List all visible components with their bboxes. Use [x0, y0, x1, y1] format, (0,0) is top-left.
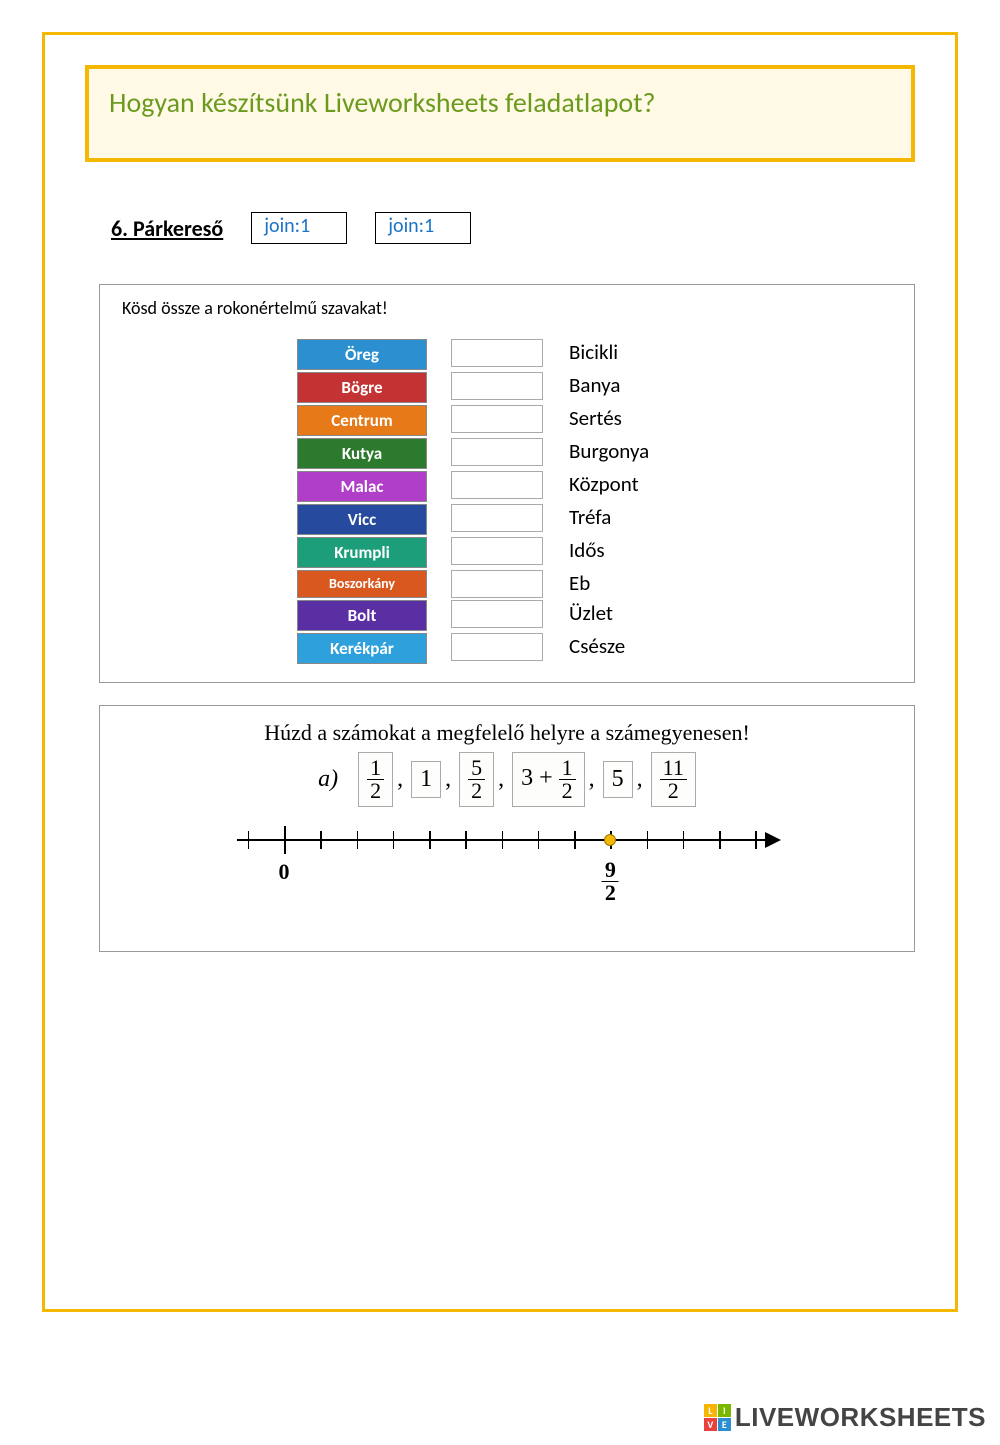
numberline-axis: [237, 839, 777, 841]
tag-bogre[interactable]: Bögre: [297, 372, 427, 403]
drop-8[interactable]: [451, 600, 543, 628]
ans-4[interactable]: Központ: [567, 471, 717, 502]
drop-5[interactable]: [451, 504, 543, 532]
ans-1[interactable]: Banya: [567, 372, 717, 403]
ans-7[interactable]: Eb: [567, 570, 717, 598]
ans-5[interactable]: Tréfa: [567, 504, 717, 535]
tag-kutya[interactable]: Kutya: [297, 438, 427, 469]
tick: [502, 831, 504, 849]
drop-9[interactable]: [451, 633, 543, 661]
tag-krumpli[interactable]: Krumpli: [297, 537, 427, 568]
page-frame: Hogyan készítsünk Liveworksheets feladat…: [42, 32, 958, 1312]
title-box: Hogyan készítsünk Liveworksheets feladat…: [85, 65, 915, 162]
drag-item-3[interactable]: 3 + 12: [512, 752, 585, 807]
math-row: a) 12, 1, 52, 3 + 12, 5, 112: [122, 752, 892, 807]
tag-oreg[interactable]: Öreg: [297, 339, 427, 370]
join-box-1[interactable]: join:1: [251, 212, 347, 244]
drop-4[interactable]: [451, 471, 543, 499]
section-row: 6. Párkereső join:1 join:1: [111, 212, 915, 244]
drop-6[interactable]: [451, 537, 543, 565]
tag-vicc[interactable]: Vicc: [297, 504, 427, 535]
ans-2[interactable]: Sertés: [567, 405, 717, 436]
tag-centrum[interactable]: Centrum: [297, 405, 427, 436]
drag-item-1[interactable]: 1: [411, 761, 441, 798]
zero-label: 0: [279, 859, 290, 885]
drop-0[interactable]: [451, 339, 543, 367]
tick: [538, 831, 540, 849]
tick: [393, 831, 395, 849]
watermark: L I V E LIVEWORKSHEETS: [704, 1402, 986, 1433]
tick: [465, 831, 467, 849]
ans-0[interactable]: Bicikli: [567, 339, 717, 370]
join-box-2[interactable]: join:1: [375, 212, 471, 244]
tick: [683, 831, 685, 849]
math-instruction: Húzd a számokat a megfelelő helyre a szá…: [122, 720, 892, 746]
ans-9[interactable]: Csésze: [567, 633, 717, 664]
section-heading: 6. Párkereső: [111, 215, 223, 242]
tag-boszorkany[interactable]: Boszorkány: [297, 570, 427, 598]
drop-3[interactable]: [451, 438, 543, 466]
tick: [647, 831, 649, 849]
drop-2[interactable]: [451, 405, 543, 433]
tick: [429, 831, 431, 849]
arrow-icon: [765, 832, 781, 848]
tick: [719, 831, 721, 849]
drag-item-0[interactable]: 12: [358, 752, 393, 807]
tag-kerekpar[interactable]: Kerékpár: [297, 633, 427, 664]
marker-dot[interactable]: [604, 834, 616, 846]
tick: [574, 831, 576, 849]
exercise-pairs: Kösd össze a rokonértelmű szavakat! Öreg…: [99, 284, 915, 683]
tick: [357, 831, 359, 849]
ans-6[interactable]: Idős: [567, 537, 717, 568]
drag-item-5[interactable]: 112: [651, 752, 696, 807]
math-label: a): [318, 766, 338, 793]
watermark-logo-icon: L I V E: [704, 1404, 731, 1431]
drag-item-2[interactable]: 52: [459, 752, 494, 807]
watermark-text: LIVEWORKSHEETS: [735, 1402, 986, 1433]
tick: [248, 831, 250, 849]
page-title: Hogyan készítsünk Liveworksheets feladat…: [109, 85, 891, 120]
pairs-table: Öreg Bicikli Bögre Banya Centrum Sertés Kut…: [297, 339, 717, 664]
tick: [284, 826, 286, 854]
ans-3[interactable]: Burgonya: [567, 438, 717, 469]
tick: [320, 831, 322, 849]
drop-7[interactable]: [451, 570, 543, 598]
exercise-instruction: Kösd össze a rokonértelmű szavakat!: [122, 297, 892, 319]
drop-1[interactable]: [451, 372, 543, 400]
numberline[interactable]: 0 92: [237, 825, 777, 925]
marker-label: 92: [602, 859, 619, 904]
tick: [755, 831, 757, 849]
tag-malac[interactable]: Malac: [297, 471, 427, 502]
drag-item-4[interactable]: 5: [603, 761, 633, 798]
ans-8[interactable]: Üzlet: [567, 600, 717, 631]
exercise-numberline: Húzd a számokat a megfelelő helyre a szá…: [99, 705, 915, 952]
tag-bolt[interactable]: Bolt: [297, 600, 427, 631]
